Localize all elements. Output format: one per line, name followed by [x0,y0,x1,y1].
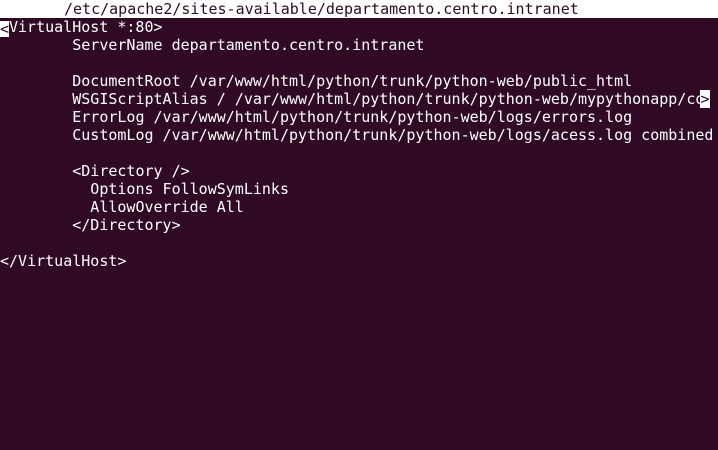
config-line-7[interactable]: CustomLog /var/www/html/python/trunk/pyt… [0,126,713,144]
allowoverride-text: AllowOverride All [0,198,244,216]
config-line-11[interactable]: AllowOverride All [0,198,244,216]
config-line-4[interactable]: DocumentRoot /var/www/html/python/trunk/… [0,72,632,90]
wsgiscriptalias-text: WSGIScriptAlias / /var/www/html/python/t… [0,90,705,108]
config-line-14[interactable]: </VirtualHost> [0,252,126,270]
virtualhost-close-text: </VirtualHost> [0,252,127,270]
config-line-12[interactable]: </Directory> [0,216,181,234]
file-path-title: /etc/apache2/sites-available/departament… [64,0,579,18]
text-cursor: < [0,20,10,38]
config-line-1[interactable]: <VirtualHost *:80> [0,18,163,38]
config-line-6[interactable]: ErrorLog /var/www/html/python/trunk/pyth… [0,108,632,126]
config-line-9[interactable]: <Directory /> [0,162,190,180]
directory-open-text: <Directory /> [0,162,190,180]
errorlog-text: ErrorLog /var/www/html/python/trunk/pyth… [0,108,633,126]
options-text: Options FollowSymLinks [0,180,289,198]
customlog-text: CustomLog /var/www/html/python/trunk/pyt… [0,126,714,144]
config-line-5[interactable]: WSGIScriptAlias / /var/www/html/python/t… [0,90,718,108]
documentroot-text: DocumentRoot /var/www/html/python/trunk/… [0,72,633,90]
servername-text: ServerName departamento.centro.intranet [0,36,425,54]
line-overflow-marker: > [700,90,710,108]
directory-close-text: </Directory> [0,216,181,234]
editor-title-bar: /etc/apache2/sites-available/departament… [0,0,718,18]
editor-text-area[interactable]: <VirtualHost *:80> ServerName departamen… [0,18,718,450]
config-line-2[interactable]: ServerName departamento.centro.intranet [0,36,424,54]
config-line-10[interactable]: Options FollowSymLinks [0,180,289,198]
virtualhost-open-text: VirtualHost *:80> [9,18,163,36]
